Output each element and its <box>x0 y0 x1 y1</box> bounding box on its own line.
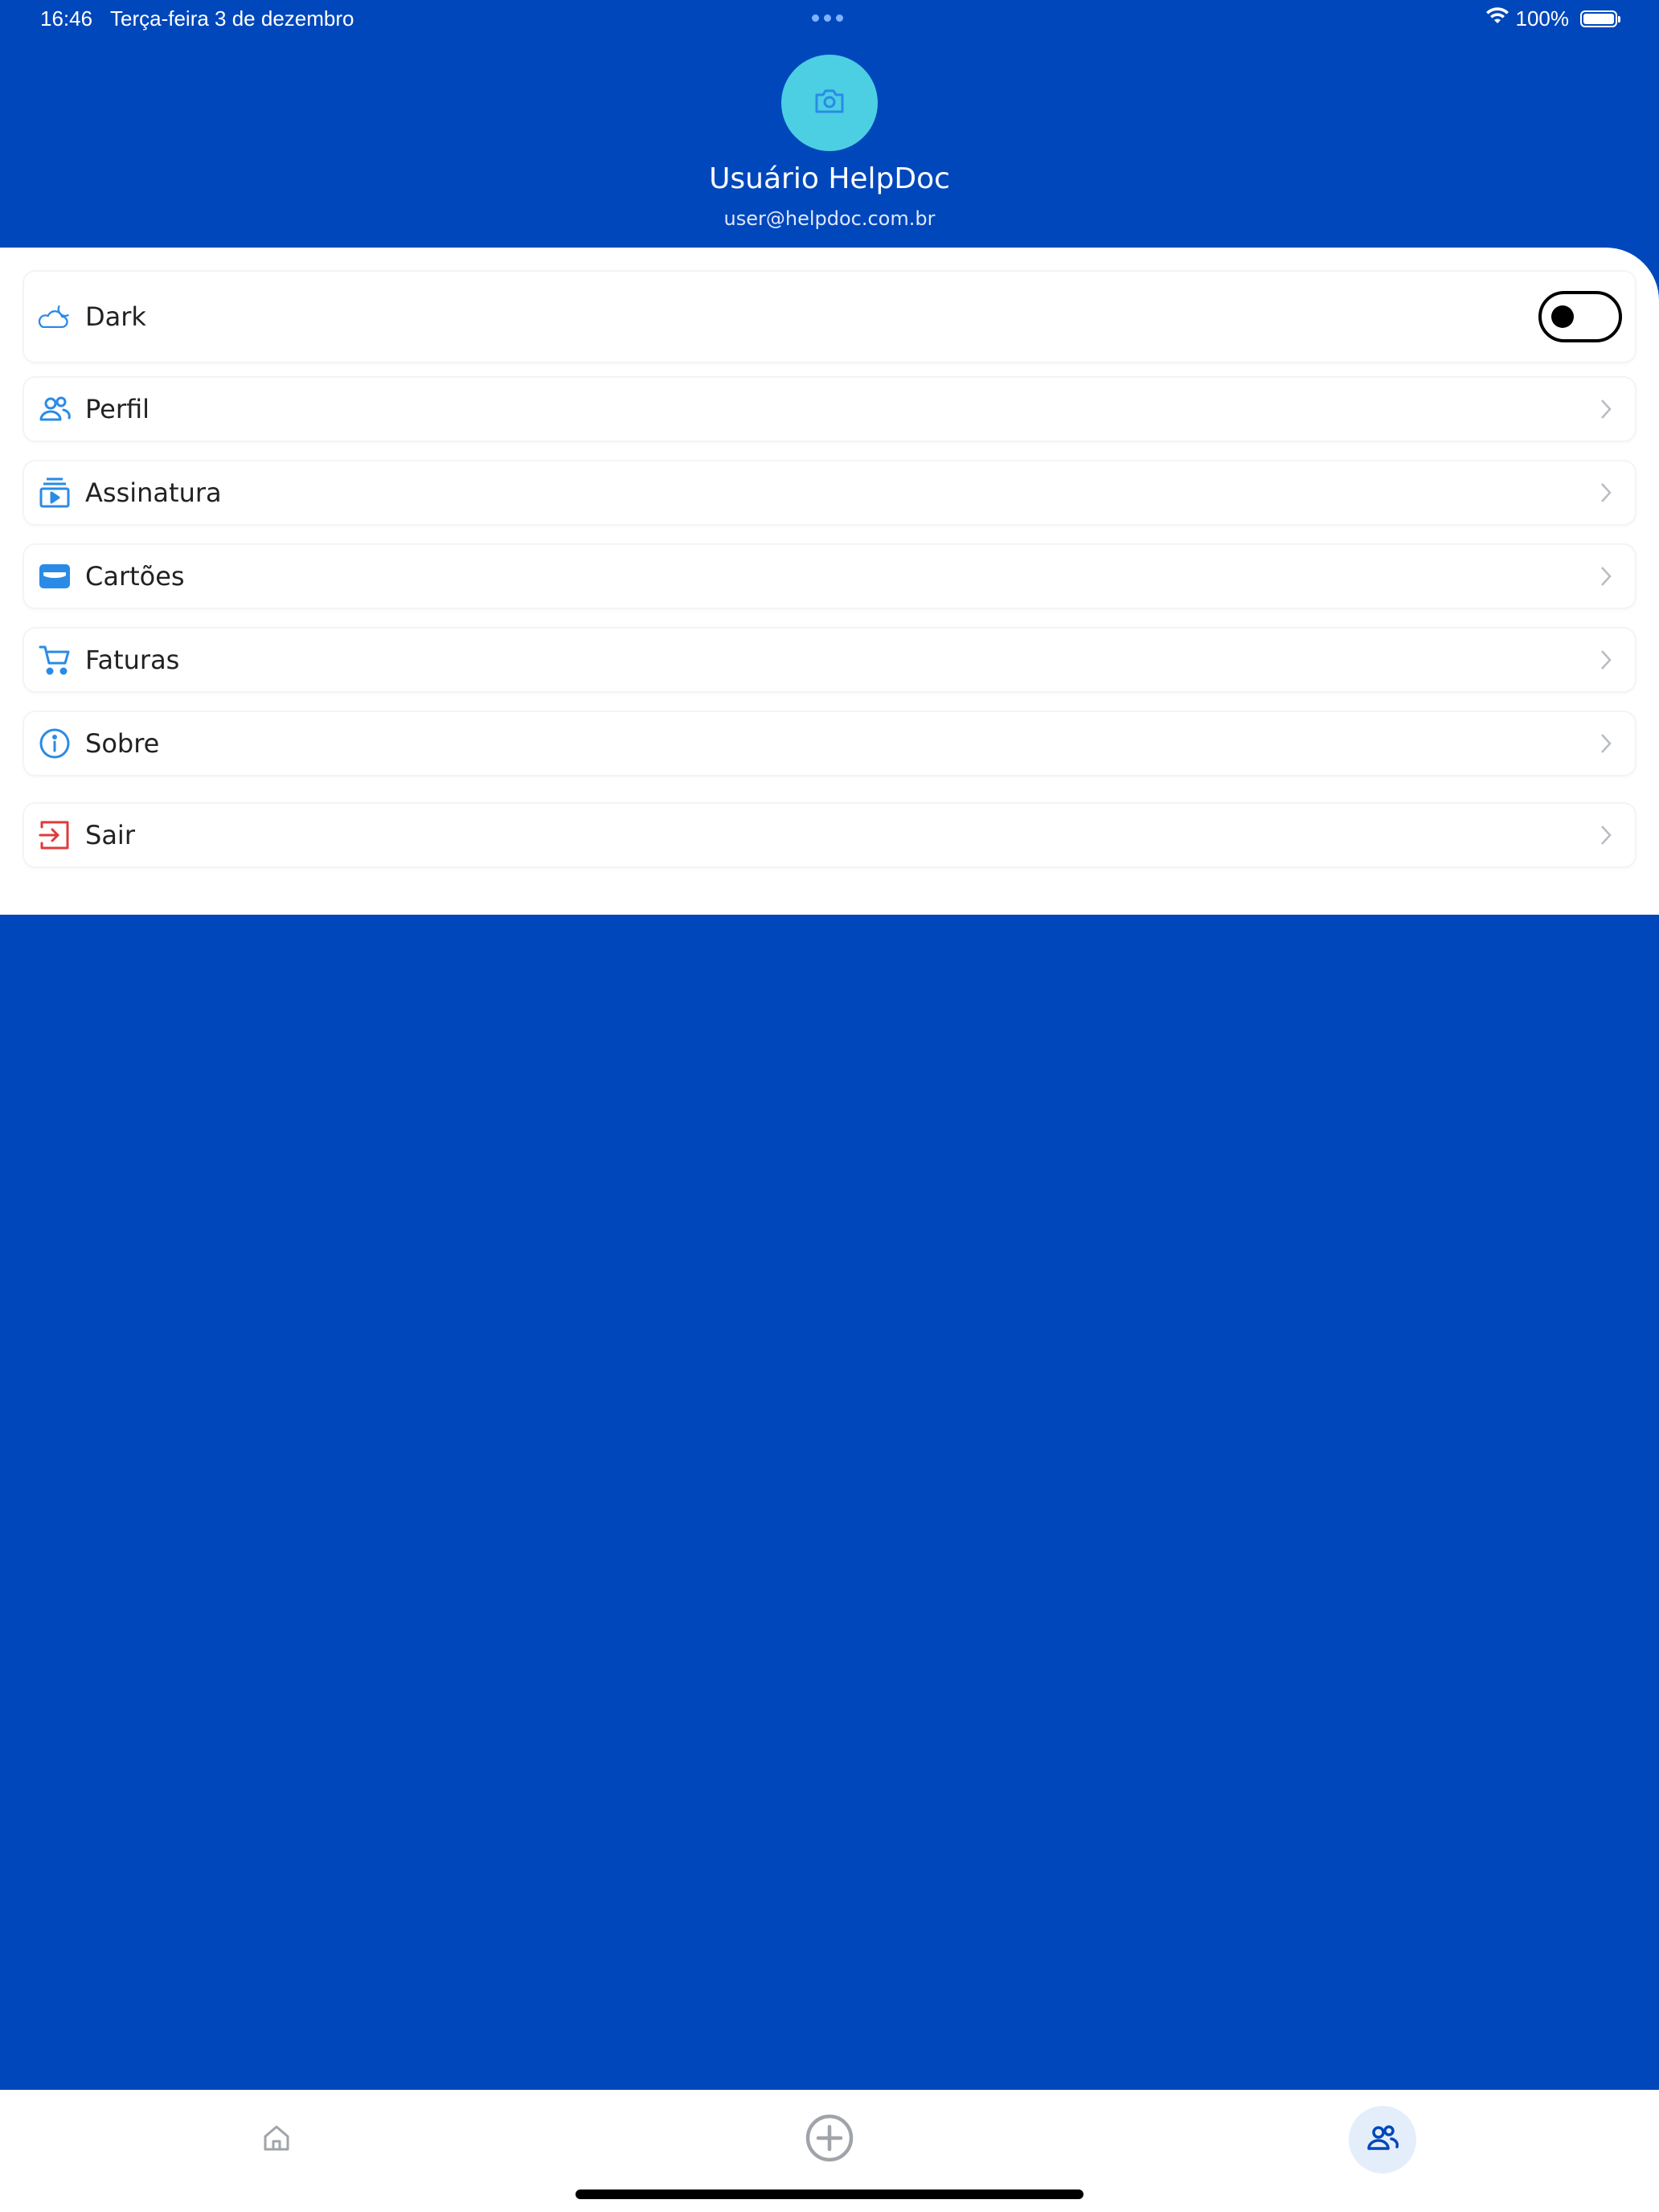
cart-icon <box>37 642 72 678</box>
chevron-right-icon <box>1601 567 1612 586</box>
plus-circle-icon <box>805 2113 854 2166</box>
wifi-icon <box>1485 6 1509 31</box>
menu-item-assinatura[interactable]: Assinatura <box>24 461 1635 524</box>
menu-item-cartoes[interactable]: Cartões <box>24 545 1635 608</box>
tab-home[interactable] <box>243 2106 310 2173</box>
settings-panel: Dark Perfil Assinatura Cartões Faturas S… <box>0 248 1659 915</box>
battery-icon <box>1580 10 1620 27</box>
status-bar: 16:46 Terça-feira 3 de dezembro 100% <box>0 0 1659 39</box>
chevron-right-icon <box>1601 825 1612 845</box>
user-email: user@helpdoc.com.br <box>723 207 936 230</box>
menu-item-label: Sair <box>85 820 135 850</box>
logout-icon <box>37 817 72 853</box>
avatar-photo-button[interactable] <box>781 55 878 151</box>
subscription-icon <box>37 475 72 510</box>
chevron-right-icon <box>1601 483 1612 502</box>
card-icon <box>37 559 72 594</box>
menu-item-label: Assinatura <box>85 477 222 508</box>
users-icon <box>1366 2124 1399 2155</box>
menu-item-label: Sobre <box>85 728 160 759</box>
menu-item-faturas[interactable]: Faturas <box>24 629 1635 691</box>
menu-item-perfil[interactable]: Perfil <box>24 378 1635 440</box>
chevron-right-icon <box>1601 650 1612 670</box>
home-indicator[interactable] <box>576 2189 1083 2199</box>
menu-item-label: Perfil <box>85 394 150 424</box>
toggle-knob <box>1551 305 1574 328</box>
dark-mode-toggle[interactable] <box>1538 291 1622 342</box>
menu-item-label: Cartões <box>85 561 185 592</box>
info-icon <box>37 726 72 761</box>
dark-mode-row: Dark <box>24 272 1635 362</box>
dark-mode-label: Dark <box>85 301 146 332</box>
menu-item-sobre[interactable]: Sobre <box>24 712 1635 775</box>
menu-item-sair[interactable]: Sair <box>24 804 1635 866</box>
menu-item-label: Faturas <box>85 645 180 675</box>
camera-icon <box>813 88 846 118</box>
tab-profile[interactable] <box>1349 2106 1416 2173</box>
tab-add[interactable] <box>796 2106 863 2173</box>
status-date: Terça-feira 3 de dezembro <box>110 6 354 31</box>
users-icon <box>37 391 72 427</box>
cloud-moon-icon <box>37 299 72 334</box>
user-name: Usuário HelpDoc <box>709 162 950 195</box>
chevron-right-icon <box>1601 399 1612 419</box>
status-time: 16:46 <box>40 6 93 31</box>
chevron-right-icon <box>1601 734 1612 753</box>
battery-percentage: 100% <box>1515 6 1570 31</box>
status-indicators: 100% <box>1485 6 1620 31</box>
multitasking-dots[interactable] <box>812 14 843 22</box>
home-icon <box>262 2124 291 2155</box>
bottom-tab-bar <box>0 2090 1659 2212</box>
